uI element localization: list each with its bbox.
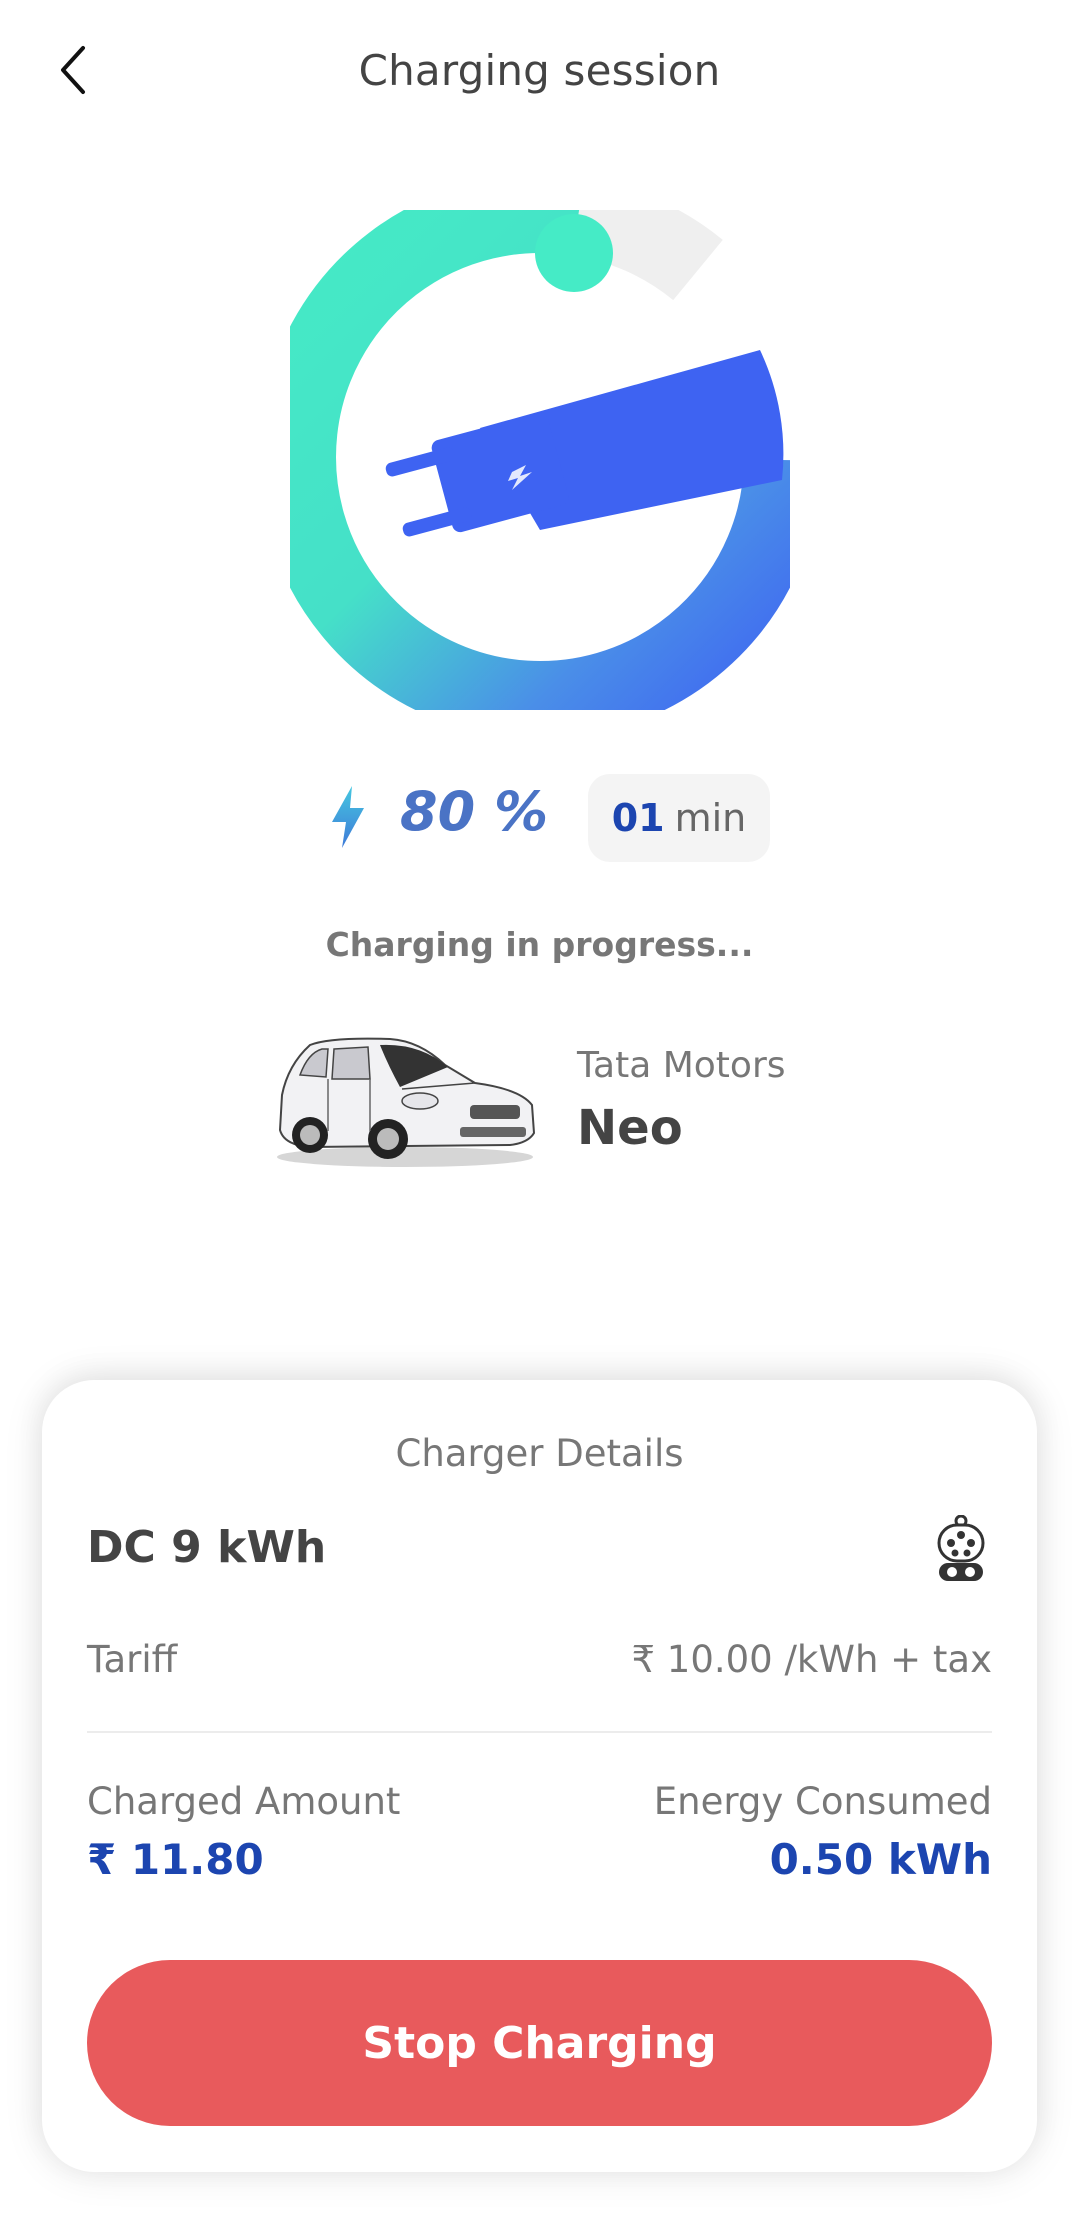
vehicle-model: Neo — [577, 1100, 683, 1156]
charger-details-card: Charger Details DC 9 kWh Tariff ₹ 10.00 … — [42, 1380, 1037, 2172]
charged-amount-label: Charged Amount — [87, 1780, 401, 1823]
ev-connector-icon — [937, 1515, 985, 1581]
charge-percent: 80 % — [400, 780, 549, 843]
energy-consumed-value: 0.50 kWh — [769, 1835, 992, 1884]
charging-status: Charging in progress... — [325, 925, 754, 964]
charge-stats: 80 % 01 min — [0, 770, 1079, 862]
elapsed-time-value: 01 — [611, 796, 665, 840]
card-title: Charger Details — [395, 1432, 684, 1475]
lightning-bolt-icon — [332, 786, 364, 848]
charging-session-screen: Charging session 80 % 01 min Charging in… — [0, 0, 1079, 2232]
tariff-label: Tariff — [87, 1638, 178, 1681]
car-image — [277, 1037, 536, 1167]
energy-consumed-label: Energy Consumed — [653, 1780, 992, 1823]
elapsed-time-badge: 01 min — [588, 774, 770, 862]
charger-type: DC 9 kWh — [87, 1522, 327, 1573]
vehicle-make: Tata Motors — [577, 1045, 786, 1086]
divider — [87, 1731, 992, 1733]
page-title: Charging session — [358, 46, 721, 95]
tariff-value: ₹ 10.00 /kWh + tax — [631, 1638, 992, 1681]
elapsed-time-unit: min — [674, 796, 747, 840]
charging-brand-logo — [290, 210, 790, 710]
charged-amount-value: ₹ 11.80 — [87, 1835, 264, 1884]
stop-charging-button[interactable]: Stop Charging — [87, 1960, 992, 2126]
